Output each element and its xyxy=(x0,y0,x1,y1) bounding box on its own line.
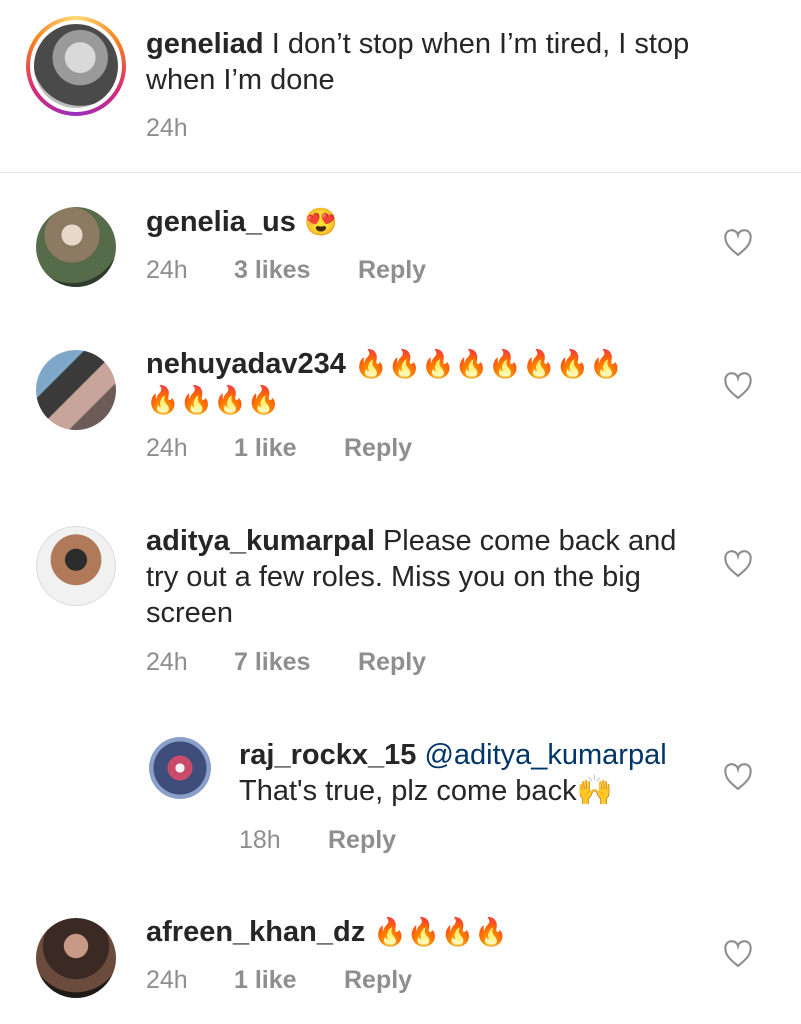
reply-button[interactable]: Reply xyxy=(328,826,396,855)
heart-outline-icon[interactable] xyxy=(723,550,753,578)
comment-avatar[interactable] xyxy=(149,737,211,799)
comment-text-block: nehuyadav234 🔥🔥🔥🔥🔥🔥🔥🔥 🔥🔥🔥🔥 xyxy=(146,346,706,418)
comment-likes[interactable]: 1 like xyxy=(234,434,297,463)
caption-avatar[interactable] xyxy=(26,16,126,116)
comment-time: 24h xyxy=(146,256,188,284)
comment-likes[interactable]: 1 like xyxy=(234,966,297,995)
comment-username[interactable]: afreen_khan_dz xyxy=(146,916,365,948)
comment-text-line3: screen xyxy=(146,597,234,629)
reply-button[interactable]: Reply xyxy=(358,256,426,285)
post-caption: geneliad I don’t stop when I’m tired, I … xyxy=(0,0,801,173)
comment-time: 24h xyxy=(146,434,188,462)
reply-button[interactable]: Reply xyxy=(358,648,426,677)
reply-button[interactable]: Reply xyxy=(344,966,412,995)
comment-avatar[interactable] xyxy=(36,350,116,430)
reply-button[interactable]: Reply xyxy=(344,434,412,463)
comment-text: That's true, plz come back🙌 xyxy=(239,775,613,807)
comment-text-block: aditya_kumarpal Please come back and try… xyxy=(146,523,706,631)
avatar-image xyxy=(34,24,118,108)
comment-text: 😍 xyxy=(303,207,338,237)
comment-username[interactable]: raj_rockx_15 xyxy=(239,739,416,771)
heart-outline-icon[interactable] xyxy=(723,940,753,968)
heart-outline-icon[interactable] xyxy=(723,372,753,400)
comment-avatar[interactable] xyxy=(36,207,116,287)
comment-text-line2: 🔥🔥🔥🔥 xyxy=(146,385,281,415)
comment-time: 24h xyxy=(146,648,188,676)
comment-username[interactable]: genelia_us xyxy=(146,206,296,238)
mention-link[interactable]: @aditya_kumarpal xyxy=(424,739,666,771)
comment-avatar[interactable] xyxy=(36,918,116,998)
comment-time: 18h xyxy=(239,826,281,854)
comment-avatar[interactable] xyxy=(36,526,116,606)
comment-username[interactable]: aditya_kumarpal xyxy=(146,525,375,557)
comment-text-line2: try out a few roles. Miss you on the big xyxy=(146,561,641,593)
comment-likes[interactable]: 3 likes xyxy=(234,256,310,285)
comment-text-block: genelia_us 😍 xyxy=(146,204,338,240)
comment-time: 24h xyxy=(146,966,188,994)
comment-username[interactable]: nehuyadav234 xyxy=(146,348,346,380)
caption-text-block: geneliad I don’t stop when I’m tired, I … xyxy=(146,26,766,98)
caption-username[interactable]: geneliad xyxy=(146,28,264,60)
comment-text: Please come back and xyxy=(382,525,677,557)
comment-text: 🔥🔥🔥🔥🔥🔥🔥🔥 xyxy=(353,349,623,379)
comment-text-block: afreen_khan_dz 🔥🔥🔥🔥 xyxy=(146,914,508,950)
comment-likes[interactable]: 7 likes xyxy=(234,648,310,677)
comment-text: 🔥🔥🔥🔥 xyxy=(373,917,508,947)
caption-time: 24h xyxy=(146,114,188,142)
heart-outline-icon[interactable] xyxy=(723,229,753,257)
heart-outline-icon[interactable] xyxy=(723,763,753,791)
comment-text-block: raj_rockx_15 @aditya_kumarpal That's tru… xyxy=(239,737,709,809)
